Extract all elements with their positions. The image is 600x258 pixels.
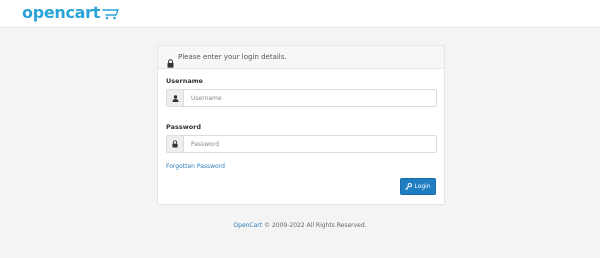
password-input[interactable]	[184, 136, 436, 152]
lock-icon	[167, 136, 184, 152]
username-label: Username	[166, 77, 203, 85]
username-input[interactable]	[184, 90, 436, 106]
password-input-group	[166, 135, 437, 153]
cart-icon	[102, 5, 119, 24]
forgotten-password-link[interactable]: Forgotten Password	[166, 163, 225, 170]
lock-icon	[167, 53, 174, 68]
login-button-label: Login	[414, 183, 431, 190]
login-button[interactable]: Login	[400, 178, 436, 195]
top-header: opencart	[0, 0, 600, 28]
key-icon	[405, 183, 413, 190]
panel-header: Please enter your login details.	[158, 46, 444, 69]
opencart-logo[interactable]: opencart	[22, 3, 119, 24]
panel-title: Please enter your login details.	[178, 53, 287, 61]
footer-opencart-link[interactable]: OpenCart	[233, 222, 262, 229]
login-panel: Please enter your login details. Usernam…	[157, 45, 445, 205]
username-input-group	[166, 89, 437, 107]
user-icon	[167, 90, 184, 106]
footer-copyright: © 2009-2022 All Rights Reserved.	[264, 222, 367, 229]
password-label: Password	[166, 123, 202, 131]
login-form: Username Password Forgotten Password	[158, 69, 444, 172]
logo-text: opencart	[22, 3, 101, 22]
footer: OpenCart © 2009-2022 All Rights Reserved…	[0, 222, 600, 229]
